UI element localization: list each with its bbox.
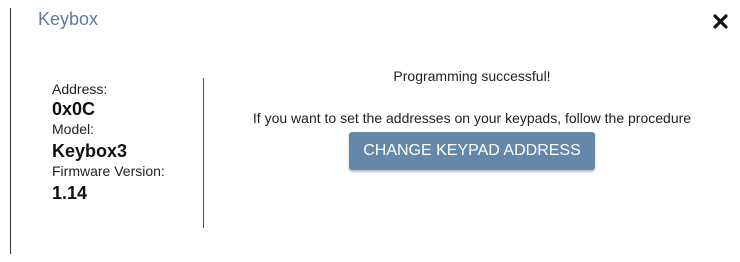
keybox-dialog: Keybox Address: 0x0C Model: Keybox3 Firm… [0,0,740,262]
main-panel: Programming successful! If you want to s… [204,60,740,170]
close-icon [710,10,732,32]
address-value: 0x0C [52,99,96,119]
firmware-version-label: Firmware Version: [52,163,165,179]
address-label: Address: [52,81,108,97]
dialog-title: Keybox [38,9,99,29]
close-button[interactable] [710,10,732,32]
model-value: Keybox3 [52,141,128,161]
status-message: Programming successful! [393,68,551,84]
change-keypad-address-button[interactable]: CHANGE KEYPAD ADDRESS [349,132,595,170]
model-label: Model: [52,121,95,137]
firmware-version-value: 1.14 [52,183,88,203]
hint-message: If you want to set the addresses on your… [252,110,692,126]
device-info-panel: Address: 0x0C Model: Keybox3 Firmware Ve… [52,80,202,204]
dialog-left-border [10,8,11,254]
